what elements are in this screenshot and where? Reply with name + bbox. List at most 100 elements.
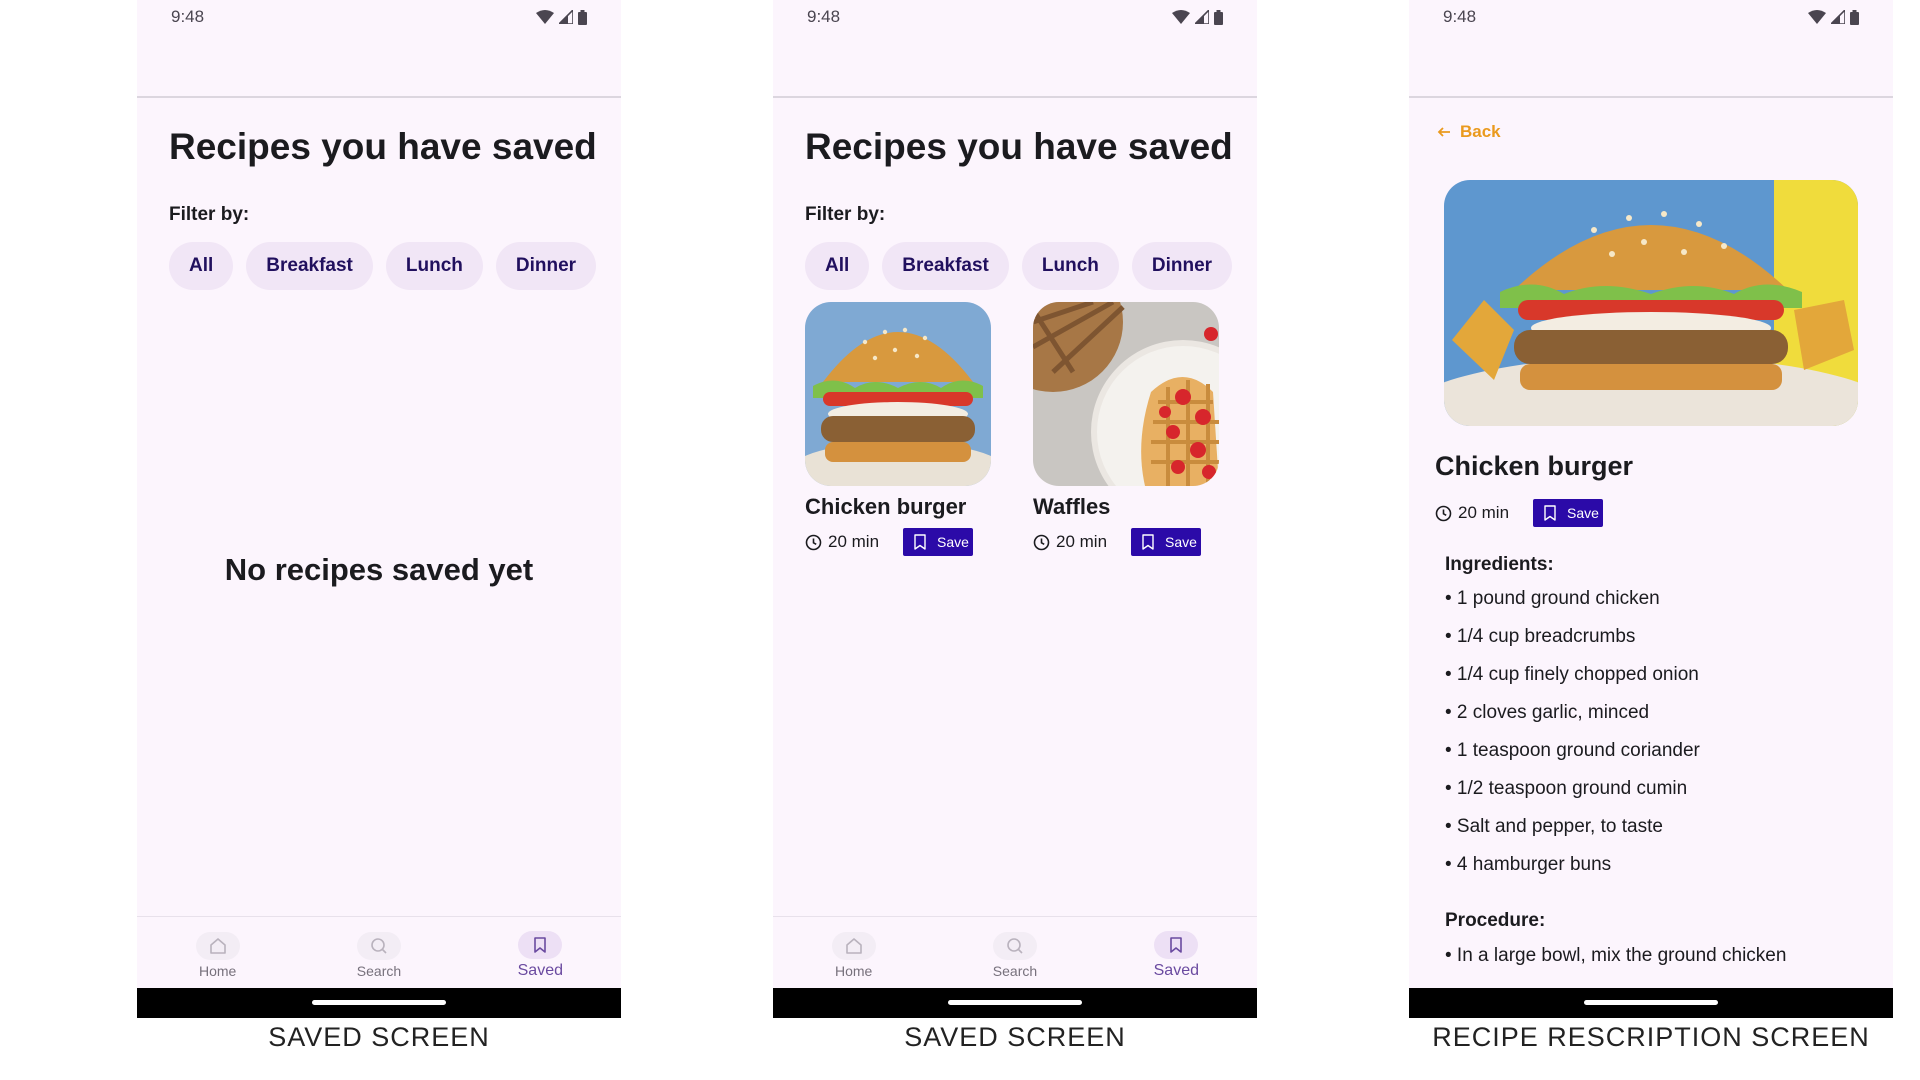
recipe-time: 20 min xyxy=(1033,532,1107,552)
filter-label: Filter by: xyxy=(805,204,886,225)
signal-icon xyxy=(1195,10,1209,24)
ingredients-heading: Ingredients: xyxy=(1445,554,1554,575)
clock-icon xyxy=(1033,534,1050,550)
status-bar: 9:48 xyxy=(773,0,1257,34)
list-item: • 4 hamburger buns xyxy=(1445,854,1612,875)
home-icon xyxy=(195,932,240,960)
nav-home[interactable]: Home xyxy=(799,932,909,979)
status-time: 9:48 xyxy=(1443,7,1477,26)
chip-breakfast[interactable]: Breakfast xyxy=(882,242,1009,290)
recipe-time: 20 min xyxy=(805,532,879,552)
home-icon xyxy=(831,932,876,960)
filter-label: Filter by: xyxy=(169,204,250,225)
top-app-bar-divider xyxy=(1409,96,1893,98)
nav-home[interactable]: Home xyxy=(163,932,273,979)
page-title: Recipes you have saved xyxy=(805,126,1233,167)
gesture-handle[interactable] xyxy=(948,1000,1082,1005)
procedure-heading: Procedure: xyxy=(1445,910,1546,931)
waffles-image[interactable] xyxy=(1033,302,1219,486)
chip-all[interactable]: All xyxy=(805,242,870,290)
bookmark-icon xyxy=(518,931,563,959)
screen-caption: RECIPE RESCRIPTION SCREEN xyxy=(1432,1022,1870,1052)
screen-caption: SAVED SCREEN xyxy=(268,1022,490,1052)
filter-chips: All Breakfast Lunch Dinner xyxy=(169,242,597,290)
filter-chips: All Breakfast Lunch Dinner xyxy=(805,242,1233,290)
save-button[interactable]: Save xyxy=(903,528,973,556)
list-item: • Salt and pepper, to taste xyxy=(1445,816,1663,837)
bookmark-icon xyxy=(1544,505,1556,521)
signal-icon xyxy=(1831,10,1845,24)
status-icons xyxy=(1172,9,1223,25)
chip-dinner[interactable]: Dinner xyxy=(1131,242,1233,290)
back-link[interactable]: Back xyxy=(1437,122,1501,142)
nav-home-label: Home xyxy=(198,963,237,979)
nav-saved-label: Saved xyxy=(517,962,563,979)
nav-saved[interactable]: Saved xyxy=(1121,931,1231,980)
stage: 9:48 Recipes you have saved Filter by: A… xyxy=(0,0,1920,1080)
battery-icon xyxy=(1850,9,1859,25)
chip-dinner[interactable]: Dinner xyxy=(495,242,597,290)
recipe-name: Waffles xyxy=(1033,494,1111,519)
chip-lunch[interactable]: Lunch xyxy=(385,242,483,290)
recipe-meta: 20 min Save xyxy=(1033,528,1219,556)
battery-icon xyxy=(578,9,587,25)
status-icons xyxy=(536,9,587,25)
recipe-card[interactable]: Chicken burger 20 min Save xyxy=(805,302,991,556)
gesture-handle[interactable] xyxy=(312,1000,446,1005)
nav-search[interactable]: Search xyxy=(960,932,1070,979)
top-app-bar-divider xyxy=(773,96,1257,98)
status-bar: 9:48 xyxy=(137,0,621,34)
clock-icon xyxy=(1435,505,1452,521)
nav-search-label: Search xyxy=(992,963,1038,979)
status-bar: 9:48 xyxy=(1409,0,1893,34)
bottom-navigation: Home Search Saved xyxy=(773,916,1257,988)
chip-lunch[interactable]: Lunch xyxy=(1021,242,1119,290)
list-item: • 1 pound ground chicken xyxy=(1445,588,1660,609)
battery-icon xyxy=(1214,9,1223,25)
save-button-label: Save xyxy=(937,534,969,550)
recipe-meta: 20 min Save xyxy=(805,528,991,556)
chip-all[interactable]: All xyxy=(169,242,234,290)
gesture-bar xyxy=(1409,988,1893,1018)
chicken-burger-image[interactable] xyxy=(805,302,991,486)
nav-saved[interactable]: Saved xyxy=(485,931,595,980)
gesture-bar xyxy=(773,988,1257,1018)
search-icon xyxy=(992,932,1037,960)
bookmark-icon xyxy=(1154,931,1199,959)
recipe-name: Chicken burger xyxy=(805,494,967,519)
list-item: • 1/4 cup breadcrumbs xyxy=(1445,626,1636,647)
bottom-navigation: Home Search Saved xyxy=(137,916,621,988)
recipe-time-label: 20 min xyxy=(828,532,880,551)
wifi-icon xyxy=(1172,10,1190,24)
recipe-title: Chicken burger xyxy=(1435,451,1634,481)
nav-saved-label: Saved xyxy=(1153,962,1199,979)
saved-screen-empty: 9:48 Recipes you have saved Filter by: A… xyxy=(137,0,621,1018)
nav-search[interactable]: Search xyxy=(324,932,434,979)
status-icons xyxy=(1808,9,1859,25)
chip-breakfast[interactable]: Breakfast xyxy=(246,242,373,290)
signal-icon xyxy=(559,10,573,24)
recipe-time-label: 20 min xyxy=(1458,503,1510,522)
recipe-card[interactable]: Waffles 20 min Save xyxy=(1033,302,1219,556)
saved-screen-list: 9:48 Recipes you have saved Filter by: A… xyxy=(773,0,1257,1018)
recipe-meta: 20 min Save xyxy=(1435,499,1603,527)
wifi-icon xyxy=(1808,10,1826,24)
clock-icon xyxy=(805,534,822,550)
gesture-bar xyxy=(137,988,621,1018)
save-button[interactable]: Save xyxy=(1533,499,1603,527)
wifi-icon xyxy=(536,10,554,24)
list-item: • 2 cloves garlic, minced xyxy=(1445,702,1650,723)
recipe-time-label: 20 min xyxy=(1056,532,1108,551)
nav-home-label: Home xyxy=(834,963,873,979)
list-item: • 1/4 cup finely chopped onion xyxy=(1445,664,1699,685)
procedure-step: • In a large bowl, mix the ground chicke… xyxy=(1445,945,1787,966)
ingredients-list: • 1 pound ground chicken • 1/4 cup bread… xyxy=(1445,586,1700,890)
top-app-bar-divider xyxy=(137,96,621,98)
nav-search-label: Search xyxy=(356,963,402,979)
save-button-label: Save xyxy=(1567,505,1599,521)
chicken-burger-image xyxy=(1444,180,1858,426)
gesture-handle[interactable] xyxy=(1584,1000,1718,1005)
search-icon xyxy=(356,932,401,960)
bookmark-icon xyxy=(914,534,926,550)
save-button[interactable]: Save xyxy=(1131,528,1201,556)
